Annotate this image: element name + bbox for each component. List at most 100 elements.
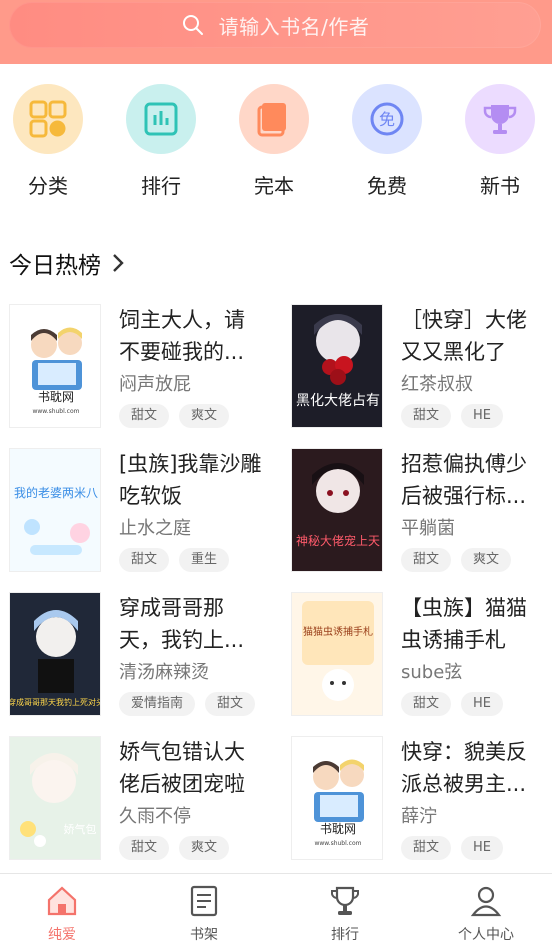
book-tag: 甜文 bbox=[401, 836, 452, 860]
book-author: 红茶叔叔 bbox=[401, 374, 473, 395]
book-title: 【虫族】猫猫虫诱捕手札 bbox=[401, 596, 527, 652]
category-label: 完本 bbox=[254, 174, 294, 198]
trophy-icon bbox=[465, 84, 535, 154]
ranking-trophy-icon bbox=[331, 886, 359, 915]
book-cover[interactable]: 神秘大佬宠上天 bbox=[291, 448, 383, 572]
cover-title: 娇气包 bbox=[64, 822, 97, 836]
book-icon bbox=[239, 84, 309, 154]
category-row: 分类 排行 完本 免 免费 新书 bbox=[0, 84, 552, 204]
tab-label: 书架 bbox=[190, 927, 218, 943]
book-tags: 甜文 重生 bbox=[119, 548, 239, 572]
cover-url: www.shubl.com bbox=[32, 408, 79, 415]
book-tag: 甜文 bbox=[205, 692, 256, 716]
book-title: ［快穿］大佬又又黑化了 bbox=[401, 308, 527, 364]
book-card[interactable]: 黑化大佬占有 ［快穿］大佬又又黑化了 红茶叔叔 甜文 HE bbox=[291, 304, 552, 430]
book-tag: 甜文 bbox=[401, 692, 452, 716]
category-label: 免费 bbox=[367, 174, 407, 198]
cover-title: 我的老婆两米八 bbox=[14, 485, 98, 500]
category-label: 新书 bbox=[480, 174, 520, 198]
book-tags: 甜文 爽文 bbox=[119, 836, 239, 860]
book-author: 闷声放屁 bbox=[119, 374, 191, 395]
book-tags: 甜文 HE bbox=[401, 692, 513, 716]
search-icon bbox=[182, 15, 203, 35]
tab-home[interactable]: 纯爱 bbox=[2, 884, 122, 944]
tab-profile[interactable]: 个人中心 bbox=[426, 884, 546, 944]
book-tags: 甜文 爽文 bbox=[401, 548, 521, 572]
hot-list-header[interactable]: 今日热榜 bbox=[9, 246, 125, 280]
book-title: 招惹偏执傅少后被强行标... bbox=[401, 452, 527, 508]
book-card[interactable]: 我的老婆两米八 [虫族]我靠沙雕吃软饭 止水之庭 甜文 重生 bbox=[9, 448, 274, 574]
tab-label: 个人中心 bbox=[458, 927, 514, 943]
book-tags: 甜文 HE bbox=[401, 836, 513, 860]
chevron-right-icon bbox=[113, 254, 124, 272]
book-card[interactable]: 书耽网 www.shubl.com 快穿：貌美反派总被男主... 薛泞 甜文 H… bbox=[291, 736, 552, 862]
book-tag: 爽文 bbox=[179, 836, 230, 860]
book-card[interactable]: 神秘大佬宠上天 招惹偏执傅少后被强行标... 平躺菌 甜文 爽文 bbox=[291, 448, 552, 574]
book-card[interactable]: 娇气包 娇气包错认大佬后被团宠啦 久雨不停 甜文 爽文 bbox=[9, 736, 274, 862]
cover-title: 黑化大佬占有 bbox=[296, 393, 380, 409]
cover-title: 猫猫虫诱捕手札 bbox=[303, 625, 373, 638]
category-classify[interactable]: 分类 bbox=[0, 84, 96, 199]
book-card[interactable]: 穿成哥哥那天我钓上死对头 穿成哥哥那天，我钓上... 清汤麻辣烫 爱情指南 甜文 bbox=[9, 592, 274, 718]
category-ranking[interactable]: 排行 bbox=[113, 84, 209, 199]
tab-label: 纯爱 bbox=[48, 927, 76, 943]
book-tag: HE bbox=[461, 404, 504, 428]
home-icon bbox=[47, 886, 77, 916]
cover-title: 书耽网 bbox=[38, 390, 74, 404]
book-tags: 甜文 HE bbox=[401, 404, 513, 428]
svg-text:免: 免 bbox=[379, 110, 395, 129]
cover-title: 穿成哥哥那天我钓上死对头 bbox=[10, 697, 101, 707]
bookshelf-icon bbox=[190, 885, 218, 917]
book-tag: 甜文 bbox=[401, 404, 452, 428]
book-tag: 甜文 bbox=[119, 404, 170, 428]
book-cover[interactable]: 黑化大佬占有 bbox=[291, 304, 383, 428]
book-tag: 爱情指南 bbox=[119, 692, 196, 716]
book-author: 清汤麻辣烫 bbox=[119, 662, 209, 683]
book-author: 平躺菌 bbox=[401, 518, 455, 539]
category-label: 分类 bbox=[28, 174, 68, 198]
cover-title: 神秘大佬宠上天 bbox=[296, 533, 380, 548]
search-placeholder: 请输入书名/作者 bbox=[218, 14, 370, 39]
category-finished[interactable]: 完本 bbox=[226, 84, 322, 199]
grid-icon bbox=[13, 84, 83, 154]
book-tag: 甜文 bbox=[119, 836, 170, 860]
book-author: 止水之庭 bbox=[119, 518, 191, 539]
book-tags: 甜文 爽文 bbox=[119, 404, 239, 428]
tab-ranking[interactable]: 排行 bbox=[285, 884, 405, 944]
book-tag: 甜文 bbox=[401, 548, 452, 572]
book-tag: 爽文 bbox=[461, 548, 512, 572]
book-title: 饲主大人，请不要碰我的... bbox=[119, 308, 245, 364]
book-cover[interactable]: 我的老婆两米八 bbox=[9, 448, 101, 572]
category-newbook[interactable]: 新书 bbox=[452, 84, 548, 199]
book-tag: 重生 bbox=[179, 548, 230, 572]
book-tag: 爽文 bbox=[179, 404, 230, 428]
book-cover[interactable]: 书耽网 www.shubl.com bbox=[291, 736, 383, 860]
book-author: 久雨不停 bbox=[119, 806, 191, 827]
category-label: 排行 bbox=[141, 174, 181, 198]
book-tag: 甜文 bbox=[119, 548, 170, 572]
cover-url: www.shubl.com bbox=[314, 840, 361, 847]
book-tags: 爱情指南 甜文 bbox=[119, 692, 265, 716]
cover-title: 书耽网 bbox=[320, 822, 356, 836]
book-tag: HE bbox=[461, 836, 504, 860]
book-title: 娇气包错认大佬后被团宠啦 bbox=[119, 740, 245, 796]
bottom-tab-bar: 纯爱 书架 排行 个人中心 bbox=[0, 873, 552, 944]
header-bar: 请输入书名/作者 bbox=[0, 0, 552, 64]
book-tag: HE bbox=[461, 692, 504, 716]
book-title: [虫族]我靠沙雕吃软饭 bbox=[119, 452, 262, 508]
search-bar[interactable]: 请输入书名/作者 bbox=[9, 2, 541, 48]
rank-chart-icon bbox=[126, 84, 196, 154]
book-cover[interactable]: 穿成哥哥那天我钓上死对头 bbox=[9, 592, 101, 716]
book-cover[interactable]: 书耽网 www.shubl.com bbox=[9, 304, 101, 428]
user-icon bbox=[470, 886, 502, 917]
category-free[interactable]: 免 免费 bbox=[339, 84, 435, 199]
book-author: 薛泞 bbox=[401, 806, 437, 827]
section-title: 今日热榜 bbox=[9, 253, 101, 279]
tab-label: 排行 bbox=[331, 927, 359, 943]
book-card[interactable]: 猫猫虫诱捕手札 【虫族】猫猫虫诱捕手札 sube弦 甜文 HE bbox=[291, 592, 552, 718]
book-card[interactable]: 书耽网 www.shubl.com 饲主大人，请不要碰我的... 闷声放屁 甜文… bbox=[9, 304, 274, 430]
book-cover[interactable]: 娇气包 bbox=[9, 736, 101, 860]
tab-bookshelf[interactable]: 书架 bbox=[144, 884, 264, 944]
book-cover[interactable]: 猫猫虫诱捕手札 bbox=[291, 592, 383, 716]
free-icon: 免 bbox=[352, 84, 422, 154]
